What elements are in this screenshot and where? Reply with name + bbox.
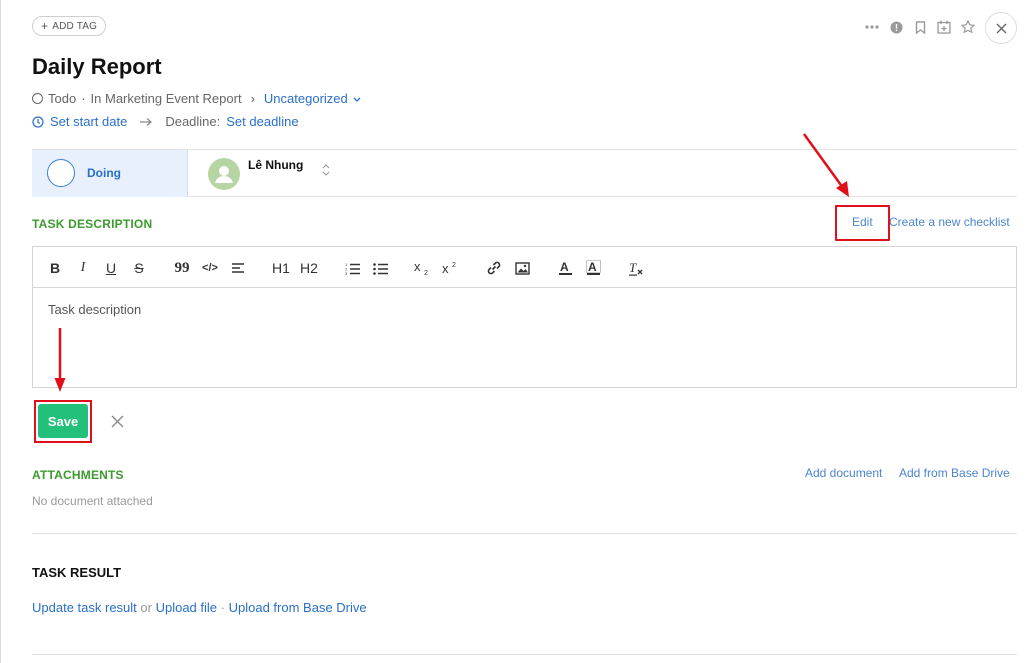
cancel-button[interactable] [108,412,126,430]
text-color-icon: A [558,260,572,275]
code-button[interactable]: </> [200,258,220,278]
category-label: Uncategorized [263,91,348,106]
svg-text:x: x [414,260,421,274]
highlight-icon: A [585,260,601,275]
no-attachment-text: No document attached [32,494,153,508]
annotation-box-save [34,400,92,443]
chevron-down-icon [353,97,361,102]
more-icon[interactable] [860,15,884,39]
status-text: Todo [48,91,77,106]
svg-text:A: A [588,260,597,274]
italic-button[interactable]: I [73,258,93,278]
page-title: Daily Report [32,54,162,79]
svg-text:A: A [560,260,569,274]
svg-text:2: 2 [452,262,456,269]
link-button[interactable] [484,258,504,278]
add-document-link[interactable]: Add document [805,466,882,480]
strike-button[interactable]: S [129,258,149,278]
project-name[interactable]: In Marketing Event Report [91,91,242,106]
align-button[interactable] [228,258,248,278]
user-icon [215,166,233,183]
add-tag-button[interactable]: + ADD TAG [32,16,107,36]
bullet-list-button[interactable] [370,258,390,278]
clock-icon [32,115,44,128]
annotation-box-edit [835,205,890,241]
svg-text:2: 2 [424,270,428,276]
bullet-list-icon [372,262,388,275]
separator-dot: · [220,600,225,615]
assignee-name[interactable]: Lê Nhung [248,158,303,172]
update-task-result-link[interactable]: Update task result [32,600,137,615]
svg-text:T: T [629,260,637,275]
highlight-button[interactable]: A [583,258,603,278]
annotation-arrow-save [54,328,66,392]
task-breadcrumb: Todo · In Marketing Event Report › Uncat… [32,91,361,106]
attachments-heading: ATTACHMENTS [32,468,124,482]
chevron-right-icon: › [250,91,255,106]
star-icon[interactable] [956,15,980,39]
stage-selector[interactable]: Doing [32,150,188,197]
deadline-label: Deadline: [165,114,221,129]
editor-content[interactable]: Task description [48,302,141,317]
close-icon [111,415,123,427]
close-icon [996,23,1006,33]
set-start-date-link[interactable]: Set start date [50,114,127,129]
close-button[interactable] [985,12,1017,44]
or-text: or [140,600,152,615]
separator-dot: · [81,91,86,106]
category-dropdown[interactable]: Uncategorized [264,91,361,106]
subscript-icon: x2 [414,260,428,276]
image-button[interactable] [512,258,532,278]
status-circle-icon [32,93,43,104]
heading2-button[interactable]: H2 [299,258,319,278]
divider [32,654,1017,655]
align-left-icon [232,263,244,273]
stage-label: Doing [87,166,121,180]
create-checklist-link[interactable]: Create a new checklist [889,215,1010,229]
avatar[interactable] [208,158,240,190]
clear-format-icon: T [629,260,643,276]
ordered-list-icon: 123 [345,262,360,275]
text-color-button[interactable]: A [555,258,575,278]
blockquote-button[interactable]: 99 [172,258,192,278]
plus-icon: + [41,19,49,33]
calendar-add-icon[interactable] [932,15,956,39]
link-icon [487,261,501,275]
alert-icon[interactable] [884,15,908,39]
task-result-actions: Update task result or Upload file · Uplo… [32,600,367,615]
divider [32,533,1017,534]
ordered-list-button[interactable]: 123 [342,258,362,278]
task-result-heading: TASK RESULT [32,565,122,580]
svg-text:x: x [442,261,449,276]
add-tag-label: ADD TAG [52,20,98,32]
dates-row: Set start date Deadline: Set deadline [32,114,299,129]
set-deadline-link[interactable]: Set deadline [226,114,298,129]
upload-file-link[interactable]: Upload file [156,600,217,615]
sort-icon[interactable] [322,163,330,178]
image-icon [514,261,530,275]
description-editor[interactable]: B I U S 99 </> H1 H2 123 x2 x2 A A T Tas… [32,246,1017,388]
annotation-arrow-edit [802,133,849,197]
heading1-button[interactable]: H1 [271,258,291,278]
top-actions [860,15,980,39]
subscript-button[interactable]: x2 [413,258,433,278]
left-border [0,0,1,663]
arrow-right-icon [140,117,153,126]
editor-toolbar: B I U S 99 </> H1 H2 123 x2 x2 A A T [33,247,1016,288]
stage-circle-icon [47,159,75,187]
superscript-icon: x2 [442,261,456,276]
task-description-heading: TASK DESCRIPTION [32,217,153,231]
upload-from-drive-link[interactable]: Upload from Base Drive [229,600,367,615]
superscript-button[interactable]: x2 [441,258,461,278]
status-assignee-row: Doing Lê Nhung [32,149,1017,197]
svg-text:3: 3 [345,271,348,275]
add-from-drive-link[interactable]: Add from Base Drive [899,466,1010,480]
bookmark-icon[interactable] [908,15,932,39]
bold-button[interactable]: B [45,258,65,278]
clear-format-button[interactable]: T [626,258,646,278]
underline-button[interactable]: U [101,258,121,278]
